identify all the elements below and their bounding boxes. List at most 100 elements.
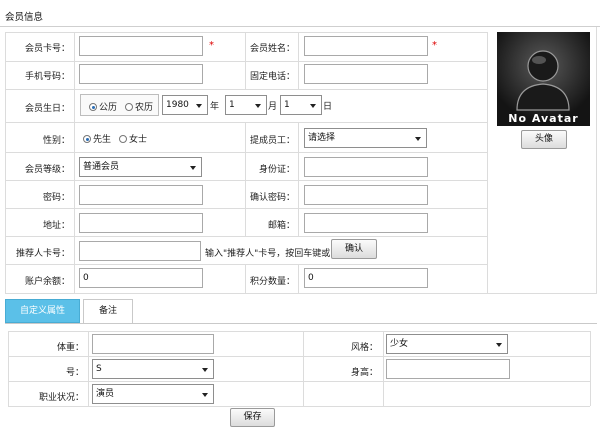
staff-label: 提成员工： bbox=[249, 136, 295, 146]
birthday-label: 会员生日： bbox=[24, 104, 70, 114]
radio-checked-icon bbox=[83, 135, 91, 143]
balance-input[interactable]: 0 bbox=[79, 268, 203, 288]
grid-line bbox=[8, 356, 590, 357]
id-card-label: 身份证： bbox=[258, 165, 295, 175]
solar-calendar-radio[interactable]: 公历 bbox=[89, 100, 117, 113]
tab-custom-attributes[interactable]: 自定义属性 bbox=[5, 299, 80, 323]
level-value: 普通会员 bbox=[83, 162, 120, 172]
email-label: 邮箱： bbox=[267, 221, 295, 231]
job-select[interactable]: 演员 bbox=[92, 384, 214, 404]
weight-input[interactable] bbox=[92, 334, 214, 354]
radio-unchecked-icon bbox=[125, 103, 133, 111]
tab-remarks[interactable]: 备注 bbox=[83, 299, 133, 323]
required-mark: * bbox=[209, 40, 214, 51]
phone-label: 固定电话： bbox=[249, 72, 295, 82]
grid-line bbox=[5, 152, 487, 153]
confirm-password-label: 确认密码： bbox=[249, 193, 295, 203]
grid-line bbox=[5, 180, 487, 181]
size-value: S bbox=[96, 364, 102, 374]
grid-line bbox=[8, 331, 9, 406]
birth-year-value: 1980 bbox=[166, 100, 189, 110]
level-select[interactable]: 普通会员 bbox=[79, 157, 202, 177]
job-value: 演员 bbox=[96, 389, 115, 399]
month-unit: 月 bbox=[268, 102, 278, 112]
grid-line bbox=[487, 32, 488, 293]
card-no-input[interactable] bbox=[79, 36, 203, 56]
chevron-down-icon bbox=[202, 393, 208, 397]
size-select[interactable]: S bbox=[92, 359, 214, 379]
avatar-placeholder-text: No Avatar bbox=[508, 112, 579, 125]
id-card-input[interactable] bbox=[304, 157, 428, 177]
password-input[interactable] bbox=[79, 185, 203, 205]
referrer-confirm-button[interactable]: 确认 bbox=[331, 239, 377, 259]
confirm-password-input[interactable] bbox=[304, 185, 428, 205]
height-input[interactable] bbox=[386, 359, 510, 379]
female-label: 女士 bbox=[129, 135, 148, 145]
page-title: 会员信息 bbox=[5, 12, 44, 23]
chevron-down-icon bbox=[190, 166, 196, 170]
save-button[interactable]: 保存 bbox=[230, 408, 275, 427]
style-value: 少女 bbox=[390, 339, 409, 349]
tab-baseline bbox=[5, 323, 597, 324]
chevron-down-icon bbox=[310, 104, 316, 108]
birth-year-select[interactable]: 1980 bbox=[162, 95, 208, 115]
job-label: 职业状况： bbox=[38, 393, 84, 403]
points-input[interactable]: 0 bbox=[304, 268, 428, 288]
points-label: 积分数量： bbox=[249, 277, 295, 287]
style-label: 风格： bbox=[350, 343, 378, 353]
birth-day-select[interactable]: 1 bbox=[280, 95, 322, 115]
grid-line bbox=[5, 61, 487, 62]
chevron-down-icon bbox=[202, 368, 208, 372]
grid-line bbox=[5, 32, 487, 33]
day-unit: 日 bbox=[323, 102, 333, 112]
gender-male-radio[interactable]: 先生 bbox=[83, 132, 111, 145]
chevron-down-icon bbox=[196, 104, 202, 108]
grid-line bbox=[298, 122, 299, 236]
gender-female-radio[interactable]: 女士 bbox=[119, 132, 147, 145]
phone-input[interactable] bbox=[304, 64, 428, 84]
password-label: 密码： bbox=[42, 193, 70, 203]
solar-label: 公历 bbox=[99, 103, 118, 113]
birth-month-select[interactable]: 1 bbox=[225, 95, 267, 115]
title-divider bbox=[0, 26, 600, 27]
grid-line bbox=[5, 293, 597, 294]
grid-line bbox=[298, 264, 299, 293]
birth-day-value: 1 bbox=[284, 100, 290, 110]
lunar-calendar-radio[interactable]: 农历 bbox=[125, 100, 153, 113]
card-no-label: 会员卡号： bbox=[24, 44, 70, 54]
address-input[interactable] bbox=[79, 213, 203, 233]
height-label: 身高： bbox=[350, 368, 378, 378]
grid-line bbox=[8, 406, 590, 407]
size-label: 号： bbox=[65, 368, 84, 378]
chevron-down-icon bbox=[496, 343, 502, 347]
grid-line bbox=[383, 331, 384, 406]
grid-line bbox=[74, 32, 75, 293]
mobile-label: 手机号码： bbox=[24, 72, 70, 82]
referrer-label: 推荐人卡号： bbox=[15, 249, 70, 259]
staff-value: 请选择 bbox=[308, 133, 336, 143]
mobile-input[interactable] bbox=[79, 64, 203, 84]
referrer-input[interactable] bbox=[79, 241, 201, 261]
staff-select[interactable]: 请选择 bbox=[304, 128, 427, 148]
male-label: 先生 bbox=[93, 135, 112, 145]
grid-line bbox=[5, 236, 487, 237]
name-input[interactable] bbox=[304, 36, 428, 56]
grid-line bbox=[5, 122, 487, 123]
chevron-down-icon bbox=[415, 137, 421, 141]
grid-line bbox=[5, 264, 487, 265]
grid-line bbox=[8, 381, 590, 382]
radio-unchecked-icon bbox=[119, 135, 127, 143]
grid-line bbox=[5, 89, 487, 90]
birth-month-value: 1 bbox=[229, 100, 235, 110]
address-label: 地址： bbox=[42, 221, 70, 231]
style-select[interactable]: 少女 bbox=[386, 334, 508, 354]
weight-label: 体重： bbox=[56, 343, 84, 353]
email-input[interactable] bbox=[304, 213, 428, 233]
balance-label: 账户余额： bbox=[24, 277, 70, 287]
gender-label: 性别： bbox=[42, 136, 70, 146]
grid-line bbox=[5, 208, 487, 209]
chevron-down-icon bbox=[255, 104, 261, 108]
radio-checked-icon bbox=[89, 103, 97, 111]
avatar-upload-button[interactable]: 头像 bbox=[521, 130, 567, 149]
grid-line bbox=[596, 27, 597, 293]
